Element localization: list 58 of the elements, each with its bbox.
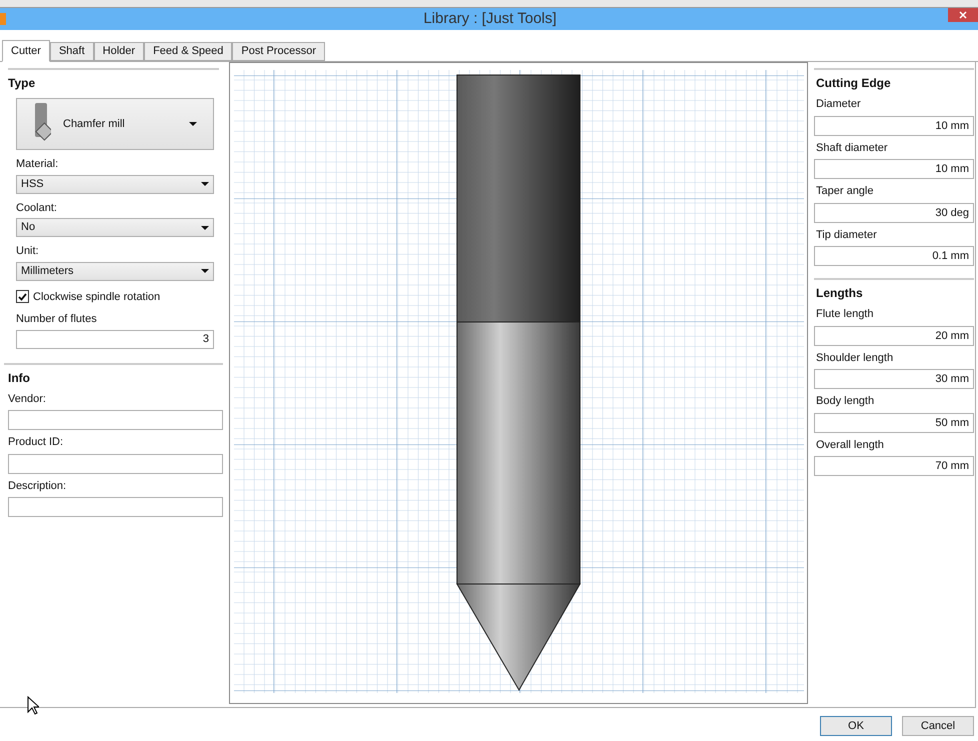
input-field[interactable]: 0.1 mm (814, 246, 974, 266)
tool-type-value: Chamfer mill (63, 116, 126, 132)
dropdown[interactable]: No (16, 218, 214, 237)
field-label: Flute length (815, 307, 874, 322)
tab[interactable]: Post Processor (232, 42, 325, 61)
dropdown-arrow-icon (201, 226, 209, 230)
input-field[interactable]: 30 mm (814, 369, 974, 389)
input-field[interactable]: 20 mm (814, 326, 974, 346)
field-label: Shaft diameter (815, 140, 889, 156)
input-field[interactable]: 3 (16, 330, 214, 348)
checkmark-icon (18, 292, 27, 301)
input-field[interactable]: 10 mm (814, 116, 974, 136)
window-title: Library : [Just Tools] (422, 8, 558, 29)
input-field[interactable]: 70 mm (814, 456, 974, 476)
dropdown[interactable]: Millimeters (16, 262, 214, 280)
input-field[interactable]: 10 mm (814, 159, 974, 179)
field-label: Shoulder length (815, 350, 894, 366)
input-field[interactable]: 50 mm (814, 412, 974, 432)
section-heading: Lengths (815, 285, 864, 302)
dropdown-arrow-icon (201, 182, 209, 186)
field-label: Body length (815, 394, 876, 409)
section-heading: Type (8, 75, 36, 92)
field-label: Unit: (16, 244, 40, 259)
field-label: Overall length (815, 438, 885, 452)
field-label: Coolant: (16, 200, 58, 216)
checkbox[interactable] (16, 290, 29, 304)
close-icon (959, 11, 967, 19)
field-label: Diameter (815, 97, 862, 112)
field-label: Description: (8, 478, 68, 494)
field-label: Tip diameter (815, 228, 878, 242)
section-heading: Cutting Edge (815, 75, 892, 92)
dialog-button[interactable]: Cancel (902, 716, 974, 736)
field-label: Product ID: (8, 435, 64, 450)
field-label: Vendor: (8, 392, 47, 406)
tab[interactable]: Cutter (2, 40, 50, 62)
app-icon (0, 13, 6, 25)
dropdown-arrow-icon (189, 122, 197, 126)
input-field[interactable] (8, 410, 223, 430)
close-button[interactable] (948, 8, 978, 22)
input-field[interactable]: 30 deg (814, 202, 974, 222)
dropdown-value: HSS (21, 176, 45, 192)
mouse-cursor-icon (27, 696, 39, 715)
dropdown[interactable]: HSS (16, 174, 214, 194)
section-heading: Info (7, 370, 31, 386)
tab[interactable]: Shaft (50, 42, 94, 61)
input-field[interactable] (8, 497, 223, 517)
tab[interactable]: Feed & Speed (144, 42, 232, 61)
dialog-button[interactable]: OK (820, 716, 892, 736)
field-label: Taper angle (815, 184, 874, 199)
input-field[interactable] (8, 454, 223, 474)
dropdown-value: Millimeters (21, 264, 75, 279)
tab[interactable]: Holder (94, 42, 144, 61)
dropdown-arrow-icon (201, 269, 209, 273)
dropdown-value: No (21, 220, 36, 236)
checkbox-label: Clockwise spindle rotation (33, 290, 160, 304)
field-label: Material: (16, 157, 60, 172)
field-label: Number of flutes (16, 312, 98, 327)
tool-type-dropdown[interactable]: Chamfer mill (16, 98, 214, 150)
